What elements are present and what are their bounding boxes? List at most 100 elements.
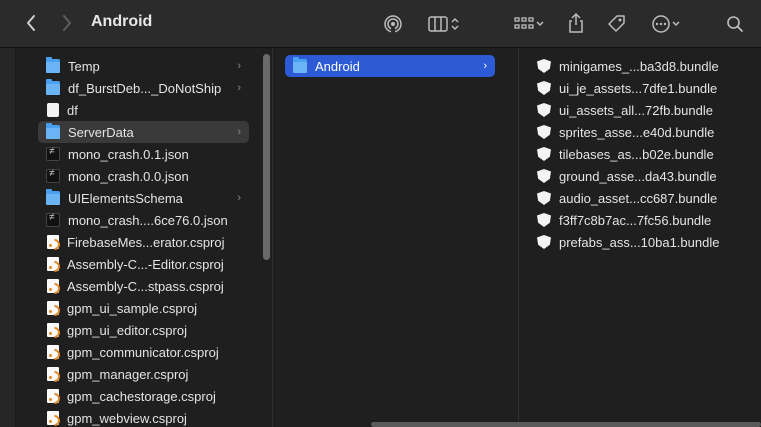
json-file-icon (46, 212, 60, 227)
list-item[interactable]: ground_asse...da43.bundle (529, 165, 749, 187)
list-item[interactable]: Temp › (38, 55, 249, 77)
list-item[interactable]: mono_crash.0.1.json (38, 143, 249, 165)
csproj-file-icon (47, 389, 59, 403)
list-item[interactable]: ui_je_assets...7dfe1.bundle (529, 77, 749, 99)
chevron-down-icon (536, 21, 544, 27)
group-by-icon (514, 17, 534, 29)
list-item[interactable]: minigames_...ba3d8.bundle (529, 55, 749, 77)
item-label: mono_crash.0.1.json (68, 146, 189, 162)
list-item[interactable]: ServerData › (38, 121, 249, 143)
item-label: mono_crash....6ce76.0.json (68, 212, 228, 228)
list-item[interactable]: Assembly-C...stpass.csproj (38, 275, 249, 297)
csproj-file-icon (47, 235, 59, 249)
item-label: ServerData (68, 124, 134, 140)
chevron-right-icon: › (237, 192, 241, 204)
document-icon (47, 103, 59, 117)
item-label: minigames_...ba3d8.bundle (559, 58, 719, 74)
more-actions-icon (652, 15, 670, 33)
tag-button[interactable] (604, 12, 628, 36)
list-item[interactable]: prefabs_ass...10ba1.bundle (529, 231, 749, 253)
bundle-file-icon (537, 81, 551, 95)
item-label: audio_asset...cc687.bundle (559, 190, 718, 206)
csproj-file-icon (47, 411, 59, 425)
forward-button[interactable] (56, 12, 78, 34)
column-1: Temp › df_BurstDeb..._DoNotShip › df ServerDa… (0, 48, 262, 427)
chevron-right-icon: › (237, 126, 241, 138)
item-label: UIElementsSchema (68, 190, 183, 206)
bundle-file-icon (537, 103, 551, 117)
list-item[interactable]: mono_crash....6ce76.0.json (38, 209, 249, 231)
list-item[interactable]: UIElementsSchema › (38, 187, 249, 209)
json-file-icon (46, 146, 60, 161)
bundle-file-icon (537, 213, 551, 227)
search-icon (727, 16, 743, 32)
item-label: gpm_webview.csproj (67, 410, 187, 426)
list-item[interactable]: df (38, 99, 249, 121)
sidebar-edge (0, 48, 16, 427)
list-item[interactable]: gpm_communicator.csproj (38, 341, 249, 363)
folder-icon (46, 79, 60, 95)
list-item[interactable]: df_BurstDeb..._DoNotShip › (38, 77, 249, 99)
view-mode-button[interactable] (423, 13, 465, 35)
group-button[interactable] (509, 13, 549, 35)
search-button[interactable] (724, 13, 746, 35)
column-1-scrollbar[interactable] (263, 54, 270, 260)
bundle-file-icon (537, 191, 551, 205)
chevron-down-icon (672, 21, 680, 27)
column-view-icon (428, 16, 448, 32)
folder-icon (46, 123, 60, 139)
list-item[interactable]: gpm_ui_sample.csproj (38, 297, 249, 319)
item-label: Android (315, 58, 360, 74)
item-label: gpm_ui_editor.csproj (67, 322, 187, 338)
item-label: FirebaseMes...erator.csproj (67, 234, 225, 250)
item-label: Assembly-C...stpass.csproj (67, 278, 224, 294)
list-item[interactable]: Android › (285, 55, 495, 77)
forward-chevron-icon (63, 15, 71, 31)
back-button[interactable] (20, 12, 42, 34)
bundle-file-icon (537, 125, 551, 139)
csproj-file-icon (47, 323, 59, 337)
csproj-file-icon (47, 257, 59, 271)
list-item[interactable]: FirebaseMes...erator.csproj (38, 231, 249, 253)
item-label: gpm_ui_sample.csproj (67, 300, 198, 316)
item-label: Assembly-C...-Editor.csproj (67, 256, 224, 272)
list-item[interactable]: sprites_asse...e40d.bundle (529, 121, 749, 143)
list-item[interactable]: ui_assets_all...72fb.bundle (529, 99, 749, 121)
list-item[interactable]: gpm_webview.csproj (38, 407, 249, 427)
column-2: Android › (272, 48, 504, 427)
column-3: minigames_...ba3d8.bundle ui_je_assets...… (518, 48, 761, 427)
tag-icon (608, 15, 625, 32)
item-label: ui_je_assets...7dfe1.bundle (559, 80, 718, 96)
chevron-updown-icon (451, 17, 459, 31)
list-item[interactable]: mono_crash.0.0.json (38, 165, 249, 187)
bundle-file-icon (537, 235, 551, 249)
bundle-file-icon (537, 147, 551, 161)
csproj-file-icon (47, 301, 59, 315)
item-label: sprites_asse...e40d.bundle (559, 124, 715, 140)
toolbar: Android (0, 0, 761, 48)
item-label: gpm_communicator.csproj (67, 344, 219, 360)
list-item[interactable]: tilebases_as...b02e.bundle (529, 143, 749, 165)
item-label: prefabs_ass...10ba1.bundle (559, 234, 720, 250)
list-item[interactable]: gpm_ui_editor.csproj (38, 319, 249, 341)
chevron-right-icon: › (237, 60, 241, 72)
item-label: ground_asse...da43.bundle (559, 168, 717, 184)
folder-icon (46, 57, 60, 73)
list-item[interactable]: gpm_manager.csproj (38, 363, 249, 385)
list-item[interactable]: gpm_cachestorage.csproj (38, 385, 249, 407)
more-actions-button[interactable] (647, 13, 685, 35)
item-label: Temp (68, 58, 100, 74)
item-label: df_BurstDeb..._DoNotShip (68, 80, 222, 96)
bundle-file-icon (537, 169, 551, 183)
airdrop-button[interactable] (382, 13, 404, 35)
share-button[interactable] (565, 11, 587, 35)
list-item[interactable]: Assembly-C...-Editor.csproj (38, 253, 249, 275)
list-item[interactable]: audio_asset...cc687.bundle (529, 187, 749, 209)
column-browser: Temp › df_BurstDeb..._DoNotShip › df ServerDa… (0, 48, 761, 427)
chevron-right-icon: › (483, 60, 487, 72)
json-file-icon (46, 168, 60, 183)
csproj-file-icon (47, 279, 59, 293)
horizontal-scrollbar[interactable] (371, 422, 761, 427)
chevron-right-icon: › (237, 82, 241, 94)
list-item[interactable]: f3ff7c8b7ac...7fc56.bundle (529, 209, 749, 231)
